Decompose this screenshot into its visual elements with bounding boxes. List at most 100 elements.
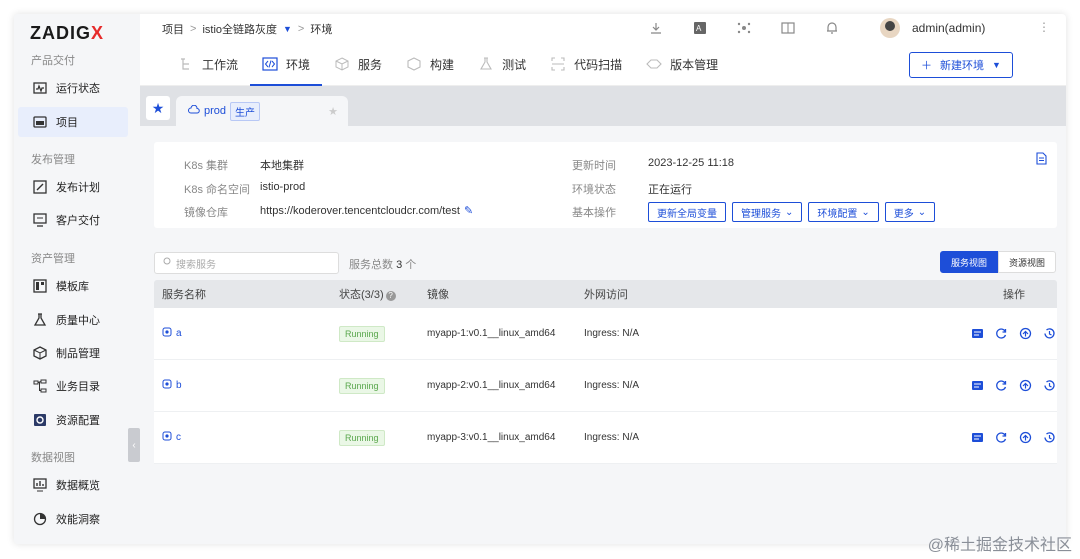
upgrade-icon[interactable] [1017,378,1033,394]
environment-config-button[interactable]: 环境配置 ⌄ [808,202,879,222]
breadcrumb-project-name[interactable]: istio全链路灰度 [202,21,277,37]
access-cell: Ingress: N/A [584,328,640,339]
restart-icon[interactable] [993,326,1009,342]
update-global-vars-button[interactable]: 更新全局变量 [648,202,726,222]
search-placeholder: 搜索服务 [176,259,216,271]
manage-services-button[interactable]: 管理服务 ⌄ [732,202,803,222]
more-vertical-icon[interactable]: ⋮ [1038,20,1050,34]
edit-pen-icon[interactable]: ✎ [464,205,473,217]
table-row: a Running myapp-1:v0.1__linux_amd64 Ingr… [154,308,1057,360]
sidebar-collapse-handle[interactable]: ‹ [128,428,140,462]
sidebar-item-label: 发布计划 [56,182,100,194]
sidebar-item-template-library[interactable]: 模板库 [18,271,128,301]
sidebar-item-runtime-status[interactable]: 运行状态 [18,73,128,103]
sidebar-item-business-catalog[interactable]: 业务目录 [18,371,128,401]
svg-text:A: A [696,24,702,33]
service-link[interactable]: a [162,327,182,340]
restart-icon[interactable] [993,378,1009,394]
new-environment-label: 新建环境 [940,60,985,72]
status-badge: Running [339,429,385,446]
sidebar-item-data-overview[interactable]: 数据概览 [18,470,128,500]
sidebar-item-customer-delivery[interactable]: 客户交付 [18,205,128,235]
service-total: 服务总数 3 个 [349,259,417,271]
history-icon[interactable] [1041,430,1057,446]
history-icon[interactable] [1041,378,1057,394]
tab-test[interactable]: 测试 [466,42,538,86]
image-cell: myapp-1:v0.1__linux_amd64 [427,328,556,339]
breadcrumb-separator: > [190,23,197,35]
image-cell: myapp-3:v0.1__linux_amd64 [427,432,556,443]
env-tab-prod[interactable]: prod 生产 ★ [176,96,348,126]
tab-service[interactable]: 服务 [322,42,394,86]
env-tag: 生产 [230,101,261,121]
sidebar-item-label: 模板库 [56,281,89,293]
status-label: 环境状态 [572,184,616,196]
bell-icon[interactable] [822,20,842,36]
service-link[interactable]: b [162,379,182,392]
tab-code-scan[interactable]: 代码扫描 [538,42,634,86]
download-icon[interactable] [646,20,666,36]
gear-box-icon [32,412,48,428]
top-toolbar: A [646,20,842,36]
chevron-down-icon: ⌄ [785,206,794,218]
watermark: @稀土掘金技术社区 [927,537,1072,554]
view-detail-icon[interactable] [969,378,985,394]
flask-icon [32,312,48,328]
cube-icon [334,56,350,72]
table-row: b Running myapp-2:v0.1__linux_amd64 Ingr… [154,360,1057,412]
tab-build[interactable]: 构建 [394,42,466,86]
namespace-label: K8s 命名空间 [184,184,251,196]
service-view-button[interactable]: 服务视图 [940,251,999,273]
sidebar-item-label: 数据概览 [56,480,100,492]
sidebar-item-efficiency-insight[interactable]: 效能洞察 [18,504,128,534]
sidebar-item-quality-center[interactable]: 质量中心 [18,305,128,335]
new-environment-button[interactable]: ＋ 新建环境 ▼ [909,52,1013,78]
status-value: 正在运行 [648,184,692,196]
caret-down-icon[interactable]: ▼ [283,24,292,34]
sidebar-item-label: 制品管理 [56,348,100,360]
history-icon[interactable] [1041,326,1057,342]
breadcrumb-project[interactable]: 项目 [162,21,184,37]
tab-environment[interactable]: 环境 [250,42,323,86]
image-cell: myapp-2:v0.1__linux_amd64 [427,380,556,391]
dashboard-icon [32,477,48,493]
sidebar-item-resource-config[interactable]: 资源配置 [18,405,128,435]
search-service-input[interactable]: 搜索服务 [154,252,339,274]
tab-label: 工作流 [202,57,239,72]
network-icon[interactable] [734,20,754,36]
breadcrumb: 项目 > istio全链路灰度 ▼ > 环境 [162,21,332,37]
more-button[interactable]: 更多 ⌄ [884,202,936,222]
top-bar: 项目 > istio全链路灰度 ▼ > 环境 A admin(admin) ⋮ [140,14,1066,42]
upgrade-icon[interactable] [1017,326,1033,342]
resource-view-button[interactable]: 资源视图 [998,251,1057,273]
pie-chart-icon [32,511,48,527]
book-icon[interactable] [778,20,798,36]
view-detail-icon[interactable] [969,430,985,446]
plus-icon: ＋ [921,60,933,72]
user-menu[interactable]: admin(admin) [880,18,985,38]
tab-label: 版本管理 [670,57,719,72]
service-link[interactable]: c [162,431,181,444]
help-icon[interactable]: ? [385,290,396,301]
favorite-star-icon[interactable]: ★ [146,96,170,120]
view-detail-icon[interactable] [969,326,985,342]
sidebar-section-title: 发布管理 [31,154,75,166]
sidebar-item-artifact-management[interactable]: 制品管理 [18,338,128,368]
breadcrumb-environment: 环境 [310,24,333,36]
tab-label: 环境 [286,57,311,72]
star-outline-icon[interactable]: ★ [328,105,338,118]
translate-icon[interactable]: A [690,20,710,36]
tab-version[interactable]: 版本管理 [634,42,730,86]
tab-workflow[interactable]: 工作流 [166,42,250,86]
restart-icon[interactable] [993,430,1009,446]
document-icon[interactable] [1036,152,1047,168]
box-icon [406,56,422,72]
upgrade-icon[interactable] [1017,430,1033,446]
flask-icon [478,56,494,72]
column-service-name: 服务名称 [162,289,206,301]
project-tab-bar: 工作流 环境 服务 构建 测试 代码扫描 版本管理 ＋ 新建环境 ▼ [140,42,1066,86]
sidebar-item-release-plan[interactable]: 发布计划 [18,172,128,202]
zadig-logo[interactable]: ZADIGX [30,23,104,44]
sidebar-item-label: 资源配置 [56,415,100,427]
sidebar-item-project[interactable]: 项目 [18,107,128,137]
